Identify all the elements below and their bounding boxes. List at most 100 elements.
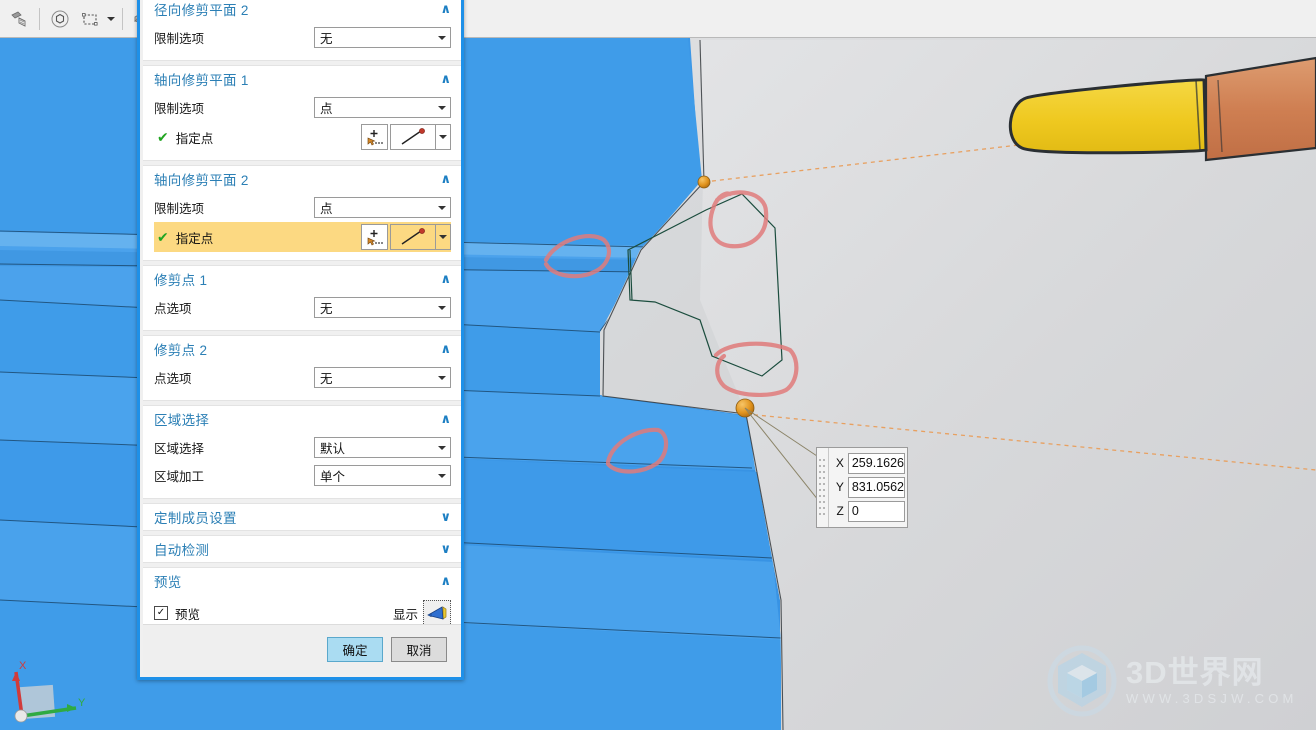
combo-value: 无 bbox=[320, 32, 333, 46]
point-constructor-icon[interactable] bbox=[361, 224, 388, 250]
group-body: 限制选项 无 bbox=[143, 22, 461, 60]
x-axis-label: X bbox=[835, 456, 844, 470]
chevron-down-icon[interactable] bbox=[433, 198, 450, 217]
chevron-down-icon[interactable] bbox=[433, 438, 450, 457]
group-title: 定制成员设置 bbox=[154, 510, 237, 526]
watermark: 3D世界网 WWW.3DSJW.COM bbox=[1046, 645, 1298, 717]
group-header[interactable]: 修剪点 2 ∧ bbox=[143, 336, 461, 362]
group-header[interactable]: 自动检测 ∨ bbox=[143, 536, 461, 562]
chevron-down-icon[interactable] bbox=[433, 368, 450, 387]
chevron-up-icon[interactable]: ∧ bbox=[440, 2, 451, 15]
group-header[interactable]: 径向修剪平面 2 ∧ bbox=[143, 0, 461, 22]
limit-option-combo[interactable]: 点 bbox=[314, 197, 451, 218]
specify-point-label-area[interactable]: ✔ 指定点 bbox=[154, 228, 360, 247]
point-constructor-icon[interactable] bbox=[361, 124, 388, 150]
select-mode-dropdown[interactable] bbox=[105, 6, 117, 32]
group-axial-trim-plane-2: 轴向修剪平面 2 ∧ 限制选项 点 ✔ 指定点 bbox=[143, 165, 461, 261]
group-header[interactable]: 轴向修剪平面 2 ∧ bbox=[143, 166, 461, 192]
toolbar-separator-1 bbox=[39, 7, 40, 30]
combo-value: 无 bbox=[320, 372, 333, 386]
group-header[interactable]: 预览 ∧ bbox=[143, 568, 461, 594]
point-marker-1 bbox=[697, 175, 711, 189]
preview-checkbox[interactable]: ✓ bbox=[154, 606, 168, 620]
group-region-selection: 区域选择 ∧ 区域选择 默认 区域加工 单个 bbox=[143, 405, 461, 499]
chevron-up-icon[interactable]: ∧ bbox=[440, 342, 451, 355]
x-coordinate-input[interactable]: 259.1626 bbox=[847, 452, 905, 474]
group-title: 自动检测 bbox=[154, 542, 210, 558]
coordinate-input-box[interactable]: X 259.1626 Y 831.0562 Z 0 bbox=[816, 447, 908, 528]
specify-point-label: 指定点 bbox=[175, 231, 214, 246]
row-label: 限制选项 bbox=[154, 102, 205, 116]
group-body: 限制选项 点 ✔ 指定点 bbox=[143, 92, 461, 160]
region-machining-combo[interactable]: 单个 bbox=[314, 465, 451, 486]
group-body: 限制选项 点 ✔ 指定点 bbox=[143, 192, 461, 260]
chevron-up-icon[interactable]: ∧ bbox=[440, 272, 451, 285]
group-title: 区域选择 bbox=[154, 412, 210, 428]
row-specify-point-active[interactable]: ✔ 指定点 bbox=[154, 222, 451, 252]
group-header[interactable]: 修剪点 1 ∧ bbox=[143, 266, 461, 292]
point-on-line-icon[interactable] bbox=[390, 124, 436, 150]
ok-button[interactable]: 确定 bbox=[327, 637, 383, 662]
preview-checkbox-wrap[interactable]: ✓ 预览 bbox=[154, 604, 200, 623]
chevron-down-icon[interactable]: ∨ bbox=[440, 510, 451, 523]
point-option-combo[interactable]: 无 bbox=[314, 297, 451, 318]
hexagon-select-icon[interactable] bbox=[46, 5, 74, 33]
trim-plane-dialog[interactable]: 径向修剪平面 2 ∧ 限制选项 无 轴向修剪平面 1 ∧ 限制选项 点 ✔ 指定… bbox=[137, 0, 464, 680]
group-body: ✓ 预览 显示 bbox=[143, 594, 461, 627]
row-specify-point[interactable]: ✔ 指定点 bbox=[154, 122, 451, 152]
chevron-down-icon[interactable] bbox=[433, 298, 450, 317]
group-header[interactable]: 区域选择 ∧ bbox=[143, 406, 461, 432]
cancel-button[interactable]: 取消 bbox=[391, 637, 447, 662]
chevron-up-icon[interactable]: ∧ bbox=[440, 574, 451, 587]
flashlight-icon[interactable] bbox=[423, 600, 451, 626]
point-type-dropdown[interactable] bbox=[436, 224, 451, 250]
group-body: 点选项 无 bbox=[143, 292, 461, 330]
watermark-text: 3D世界网 WWW.3DSJW.COM bbox=[1126, 657, 1298, 705]
region-selection-combo[interactable]: 默认 bbox=[314, 437, 451, 458]
chevron-down-icon[interactable]: ∨ bbox=[440, 542, 451, 555]
rectangle-select-icon[interactable] bbox=[76, 5, 104, 33]
row-label: 点选项 bbox=[154, 372, 192, 386]
chevron-up-icon[interactable]: ∧ bbox=[440, 72, 451, 85]
z-coordinate-input[interactable]: 0 bbox=[847, 500, 905, 522]
toolpath-icon[interactable] bbox=[5, 5, 33, 33]
row-preview: ✓ 预览 显示 bbox=[154, 596, 451, 627]
coordinate-row-z: Z 0 bbox=[829, 499, 905, 523]
coordinate-row-x: X 259.1626 bbox=[829, 451, 905, 475]
row-limit-option: 限制选项 点 bbox=[154, 194, 451, 221]
specify-point-label-area[interactable]: ✔ 指定点 bbox=[154, 128, 360, 147]
z-axis-label: Z bbox=[836, 504, 844, 518]
limit-option-combo[interactable]: 点 bbox=[314, 97, 451, 118]
preview-checkbox-label: 预览 bbox=[175, 607, 201, 622]
group-header[interactable]: 定制成员设置 ∨ bbox=[143, 504, 461, 530]
row-label: 区域加工 bbox=[154, 470, 205, 484]
combo-value: 点 bbox=[320, 102, 333, 116]
check-icon: ✔ bbox=[157, 229, 169, 245]
row-label: 限制选项 bbox=[154, 202, 205, 216]
group-radial-trim-plane-2: 径向修剪平面 2 ∧ 限制选项 无 bbox=[143, 0, 461, 61]
svg-text:X: X bbox=[19, 660, 27, 672]
group-trim-point-1: 修剪点 1 ∧ 点选项 无 bbox=[143, 265, 461, 331]
combo-value: 默认 bbox=[320, 442, 346, 456]
svg-text:Y: Y bbox=[78, 697, 86, 709]
y-axis-label: Y bbox=[835, 480, 844, 494]
group-body: 区域选择 默认 区域加工 单个 bbox=[143, 432, 461, 498]
group-title: 修剪点 2 bbox=[154, 342, 208, 358]
limit-option-combo[interactable]: 无 bbox=[314, 27, 451, 48]
group-body: 点选项 无 bbox=[143, 362, 461, 400]
chevron-down-icon[interactable] bbox=[433, 28, 450, 47]
y-coordinate-input[interactable]: 831.0562 bbox=[847, 476, 905, 498]
chevron-up-icon[interactable]: ∧ bbox=[440, 412, 451, 425]
group-header[interactable]: 轴向修剪平面 1 ∧ bbox=[143, 66, 461, 92]
row-point-option: 点选项 无 bbox=[154, 294, 451, 321]
group-trim-point-2: 修剪点 2 ∧ 点选项 无 bbox=[143, 335, 461, 401]
chevron-down-icon[interactable] bbox=[433, 466, 450, 485]
point-option-combo[interactable]: 无 bbox=[314, 367, 451, 388]
chevron-up-icon[interactable]: ∧ bbox=[440, 172, 451, 185]
dialog-scroll-body[interactable]: 径向修剪平面 2 ∧ 限制选项 无 轴向修剪平面 1 ∧ 限制选项 点 ✔ 指定… bbox=[143, 0, 461, 627]
point-on-line-icon[interactable] bbox=[390, 224, 436, 250]
display-control[interactable]: 显示 bbox=[393, 600, 451, 626]
chevron-down-icon[interactable] bbox=[433, 98, 450, 117]
point-type-dropdown[interactable] bbox=[436, 124, 451, 150]
drag-grip-icon[interactable] bbox=[817, 448, 829, 527]
